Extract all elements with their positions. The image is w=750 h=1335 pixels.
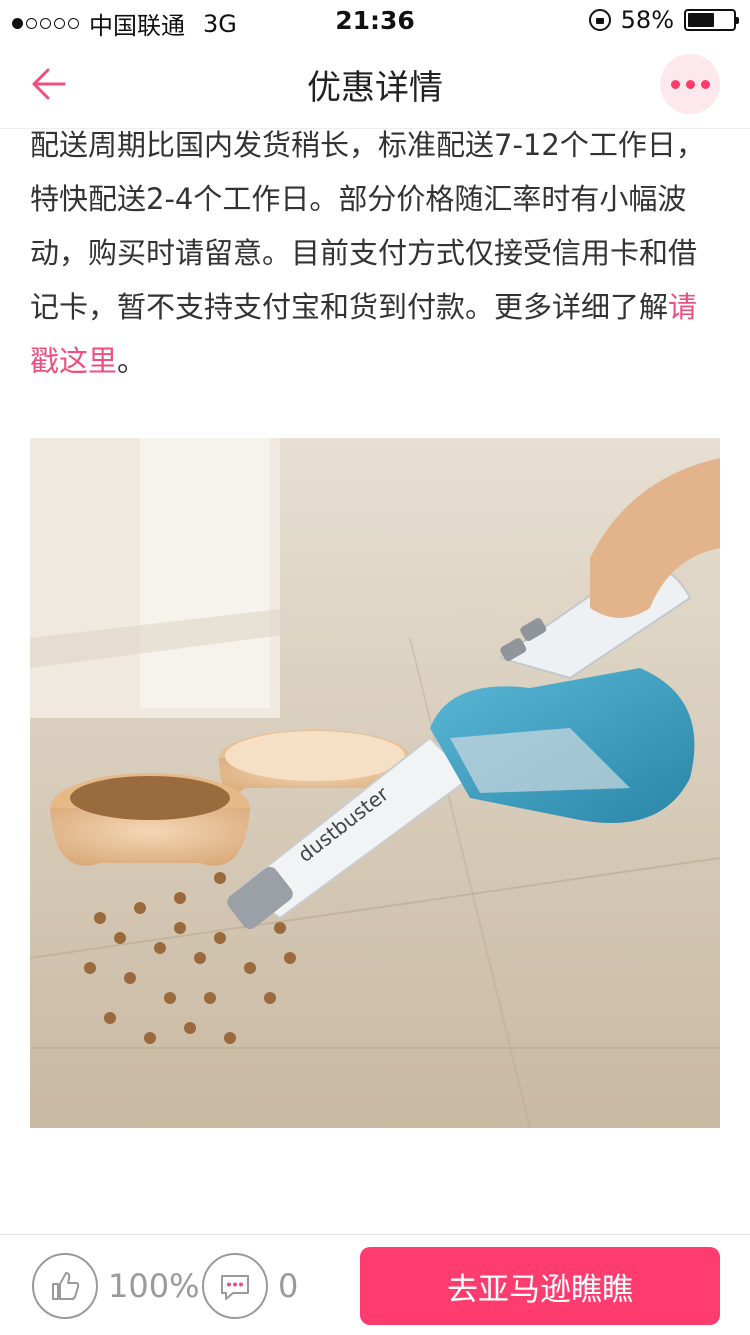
battery-icon [684,9,739,31]
go-to-amazon-button[interactable]: 去亚马逊瞧瞧 [360,1247,720,1325]
comment-button[interactable] [202,1253,268,1319]
comment-bubble-icon [221,1275,249,1300]
bottom-action-bar: 100% 0 去亚马逊瞧瞧 [0,1234,750,1335]
battery-percent: 58% [620,6,674,34]
battery-fill [688,13,714,27]
more-dots-icon [670,79,680,89]
vacuum-product-illustration: dustbuster [30,438,720,1128]
thumbs-up-icon [52,1272,80,1300]
status-bar: 中国联通 3G 21:36 58% [0,0,750,40]
comment-count: 0 [278,1267,299,1305]
article-body: 配送周期比国内发货稍长，标准配送7-12个工作日，特快配送2-4个工作日。部分价… [30,118,724,388]
rotation-lock-icon [588,9,611,31]
like-percent: 100% [108,1267,200,1305]
like-button[interactable] [32,1253,98,1319]
article-text: 配送周期比国内发货稍长，标准配送7-12个工作日，特快配送2-4个工作日。部分价… [30,128,705,324]
nav-bar: 优惠详情 [0,40,750,129]
more-options-button[interactable] [660,54,720,114]
product-image: dustbuster [30,438,720,1128]
status-right: 58% [588,6,739,34]
article-suffix: 。 [117,344,147,378]
page-title: 优惠详情 [307,68,443,108]
